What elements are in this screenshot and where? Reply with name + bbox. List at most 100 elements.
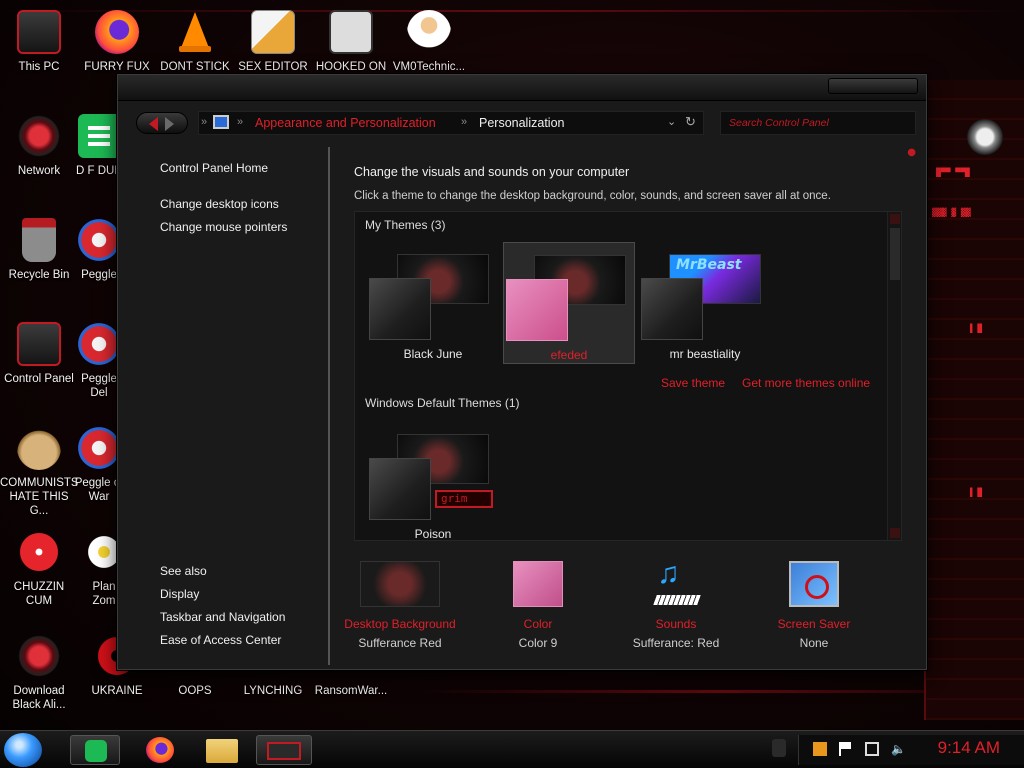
taskbar-file-explorer[interactable]: [198, 735, 248, 765]
control-panel-home-link[interactable]: Control Panel Home: [160, 161, 268, 175]
back-arrow-icon[interactable]: [149, 117, 158, 131]
theme-color-swatch: [506, 279, 568, 341]
breadcrumb-separator: »: [237, 116, 244, 128]
theme-color-swatch: [369, 278, 431, 340]
theme-black-june[interactable]: Black June: [367, 242, 499, 364]
theme-label: Black June: [403, 347, 463, 361]
scroll-thumb[interactable]: [890, 228, 900, 280]
power-icon[interactable]: [813, 742, 827, 756]
desktop-icon-recycle-bin[interactable]: Recycle Bin: [0, 218, 78, 282]
show-hidden-icons[interactable]: [772, 739, 786, 757]
window-caption-buttons[interactable]: [828, 78, 918, 94]
theme-mr-beastiality[interactable]: MrBeast mr beastiality: [639, 242, 771, 364]
screen-saver-setting[interactable]: Screen Saver None: [746, 561, 882, 650]
desktop-icon-hooked-on[interactable]: HOOKED ON: [312, 10, 390, 74]
sounds-icon: [651, 557, 701, 607]
desktop-icon-dont-stick[interactable]: DONT STICK: [156, 10, 234, 74]
scroll-down-arrow-icon[interactable]: [890, 528, 900, 538]
taskbar-firefox[interactable]: [136, 735, 186, 765]
thumbnail-logo-text: MrBeast: [676, 257, 742, 273]
task-sidebar: Control Panel Home Change desktop icons …: [118, 147, 330, 665]
control-panel-icon: [267, 742, 301, 760]
volume-icon[interactable]: 🔈: [891, 742, 906, 756]
desktop-background-setting[interactable]: Desktop Background Sufferance Red: [332, 561, 468, 650]
search-input[interactable]: Search Control Panel: [720, 111, 916, 135]
help-icon[interactable]: ●: [907, 147, 916, 158]
breadcrumb-personalization[interactable]: Personalization: [479, 116, 564, 130]
color-setting[interactable]: Color Color 9: [470, 561, 606, 650]
my-themes-heading: My Themes (3): [365, 218, 446, 232]
this-pc-icon: [17, 10, 61, 54]
breadcrumb-appearance[interactable]: Appearance and Personalization: [255, 116, 436, 130]
setting-name: Desktop Background: [344, 617, 456, 631]
sounds-setting[interactable]: Sounds Sufferance: Red: [608, 557, 744, 650]
navigation-bar: » » Appearance and Personalization » Per…: [130, 109, 916, 139]
theme-color-swatch: [641, 278, 703, 340]
scroll-up-arrow-icon[interactable]: [890, 214, 900, 224]
back-forward-buttons[interactable]: [136, 112, 188, 134]
setting-value: Color 9: [518, 636, 558, 650]
ease-of-access-link[interactable]: Ease of Access Center: [160, 633, 281, 647]
desktop-icon-sex-editor[interactable]: SEX EDITOR: [234, 10, 312, 74]
notes-icon: [78, 114, 122, 158]
control-panel-icon: [17, 322, 61, 366]
address-bar[interactable]: » » Appearance and Personalization » Per…: [198, 111, 704, 135]
recycle-bin-icon: [22, 218, 56, 262]
taskbar-control-panel[interactable]: [256, 735, 312, 765]
theme-poison[interactable]: grim Poison: [367, 422, 499, 544]
system-tray: 🔈 9:14 AM: [798, 735, 1024, 765]
desktop-icon-this-pc[interactable]: This PC: [0, 10, 78, 74]
theme-efeded[interactable]: efeded: [503, 242, 635, 364]
setting-value: Sufferance Red: [358, 636, 442, 650]
grim-badge: grim: [435, 490, 493, 508]
theme-color-swatch: [369, 458, 431, 520]
chuzzle-icon: [17, 530, 61, 574]
main-content: ● Change the visuals and sounds on your …: [332, 147, 926, 665]
flag-icon[interactable]: [839, 742, 853, 756]
page-title: Change the visuals and sounds on your co…: [354, 165, 630, 179]
change-desktop-icons-link[interactable]: Change desktop icons: [160, 197, 279, 211]
save-theme-link[interactable]: Save theme: [661, 376, 725, 390]
theme-label: Poison: [414, 527, 452, 541]
network-icon[interactable]: [865, 742, 879, 756]
hud-panel: █▀▀ ▀▀█ ▓▓▓ ▓ ▓▓ ▌▐▌ ▌▐▌: [924, 80, 1024, 720]
setting-name: Color: [523, 617, 553, 631]
color-icon: [513, 561, 563, 607]
personalization-window: » » Appearance and Personalization » Per…: [117, 74, 927, 670]
refresh-icon[interactable]: ↻: [685, 114, 696, 130]
network-icon: [17, 114, 61, 158]
get-more-themes-link[interactable]: Get more themes online: [742, 376, 870, 390]
theme-list-scrollbar[interactable]: [887, 212, 901, 540]
display-link[interactable]: Display: [160, 587, 199, 601]
desktop-background-icon: [360, 561, 440, 607]
desktop-icon-network[interactable]: Network: [0, 114, 78, 178]
window-titlebar[interactable]: [118, 75, 926, 101]
screen-saver-icon: [789, 561, 839, 607]
theme-list: My Themes (3) Black June efeded MrBeast …: [354, 211, 902, 541]
default-themes-heading: Windows Default Themes (1): [365, 396, 520, 410]
setting-value: None: [799, 636, 829, 650]
breadcrumb-separator: »: [461, 116, 468, 128]
desktop-icon-vm0technic[interactable]: VM0Technic...: [390, 10, 468, 74]
chevron-down-icon[interactable]: ⌄: [667, 115, 676, 128]
desktop-icon-chuzzin-cum[interactable]: CHUZZIN CUM: [0, 530, 78, 608]
clock[interactable]: 9:14 AM: [938, 738, 1000, 758]
hxd-icon: [251, 10, 295, 54]
taskbar: 🔈 9:14 AM: [0, 730, 1024, 768]
page-subtitle: Click a theme to change the desktop back…: [354, 190, 831, 202]
taskbar-notes-app[interactable]: [70, 735, 120, 765]
change-mouse-pointers-link[interactable]: Change mouse pointers: [160, 220, 287, 234]
desktop-icon-furry-fux[interactable]: FURRY FUX: [78, 10, 156, 74]
taskbar-navigation-link[interactable]: Taskbar and Navigation: [160, 610, 285, 624]
desktop-icon-control-panel[interactable]: Control Panel: [0, 322, 78, 386]
control-panel-monitor-icon: [213, 115, 229, 129]
desktop-icon-communists[interactable]: COMMUNISTS HATE THIS G...: [0, 426, 79, 518]
start-button[interactable]: [4, 733, 42, 767]
desktop-icon-download-black-alien[interactable]: Download Black Ali...: [0, 634, 78, 712]
alien-download-icon: [17, 634, 61, 678]
forward-arrow-icon[interactable]: [165, 117, 174, 131]
peggle-icon: [77, 218, 121, 262]
setting-name: Sounds: [655, 617, 697, 631]
setting-value: Sufferance: Red: [632, 636, 720, 650]
money-bag-icon: [17, 426, 61, 470]
